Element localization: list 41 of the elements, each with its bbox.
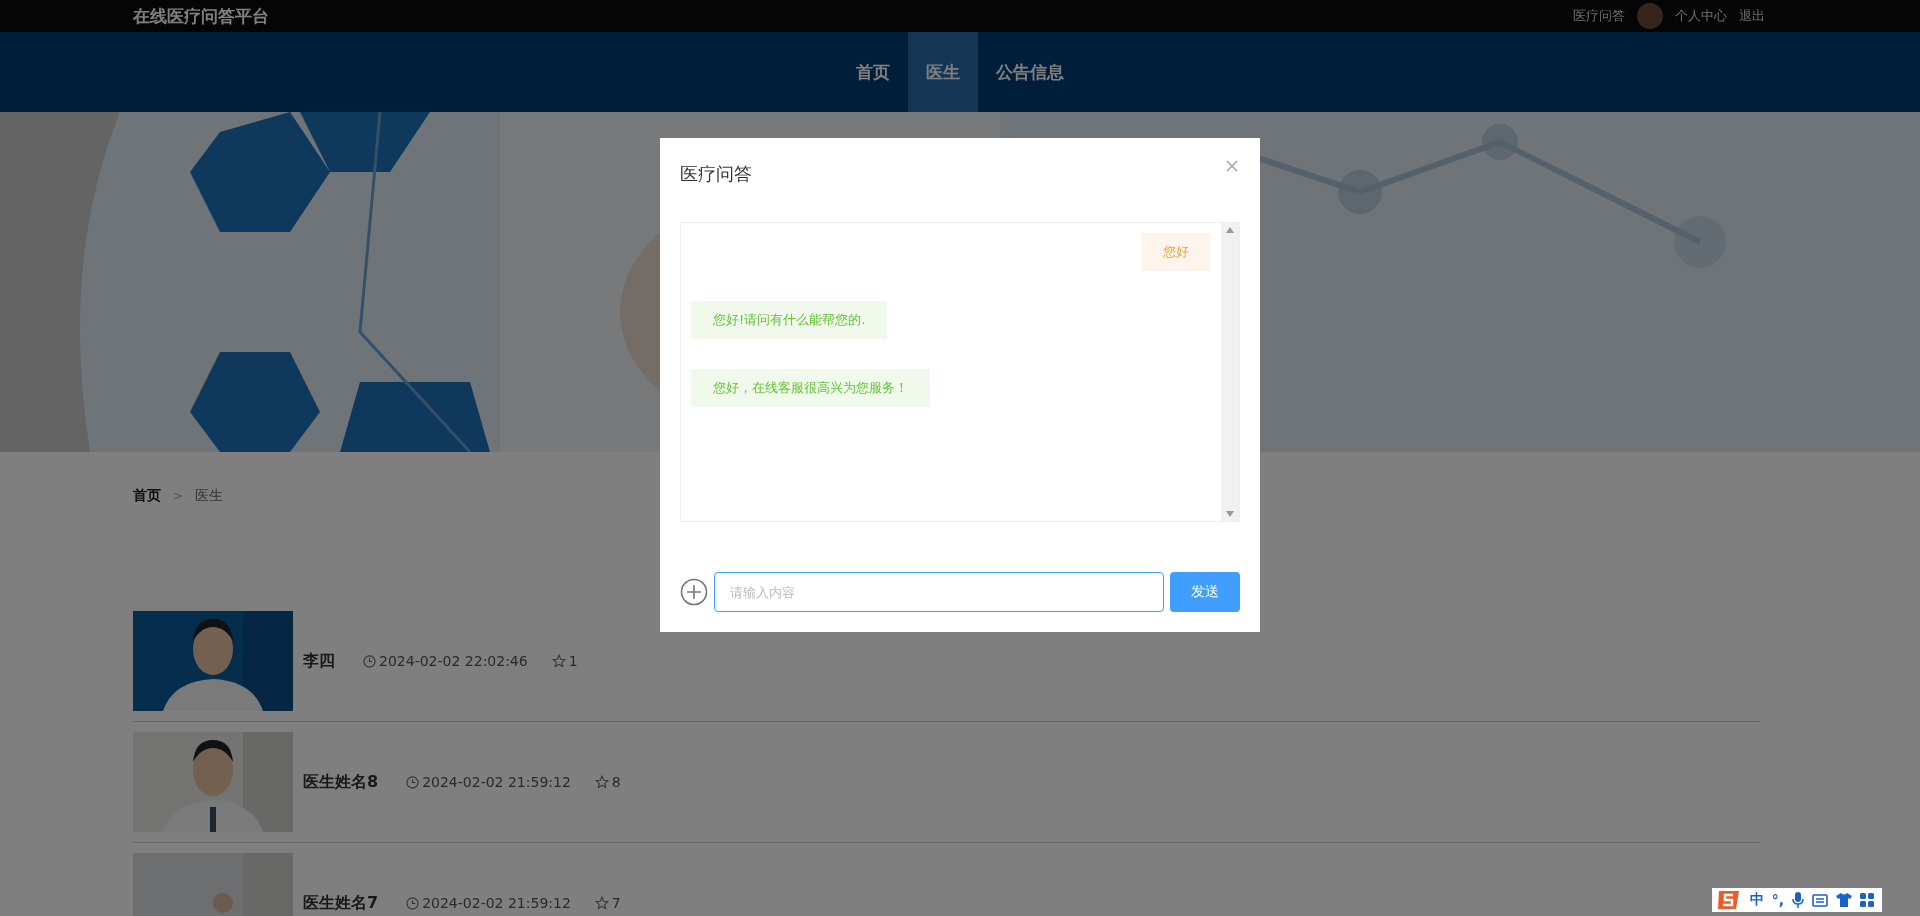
top-link[interactable]: 个人中心 (1675, 7, 1727, 25)
star-count: 8 (611, 774, 621, 790)
add-icon[interactable] (680, 578, 708, 606)
top-link[interactable]: 退出 (1739, 7, 1765, 25)
ime-punctuation[interactable]: °, (1771, 892, 1784, 908)
keyboard-icon[interactable] (1812, 893, 1828, 907)
dialog-title: 医疗问答 (680, 162, 752, 186)
send-button[interactable]: 发送 (1170, 572, 1240, 612)
star-count: 1 (568, 653, 578, 669)
breadcrumb-link[interactable]: 首页 (133, 487, 161, 505)
clock-icon (406, 775, 420, 789)
breadcrumb-link[interactable]: 医生 (195, 487, 224, 505)
site-title: 在线医疗问答平台 (133, 4, 269, 28)
doctor-name: 医生姓名7 (303, 892, 379, 914)
grid-icon[interactable] (1860, 893, 1874, 907)
microphone-icon[interactable] (1792, 892, 1804, 908)
ime-logo-icon[interactable] (1715, 889, 1742, 911)
doctor-name: 医生姓名8 (303, 771, 379, 793)
shirt-icon[interactable] (1836, 893, 1852, 907)
star-icon (594, 896, 609, 910)
message-bubble: 您好，在线客服很高兴为您服务！ (691, 369, 930, 407)
ime-mode[interactable]: 中 (1749, 891, 1764, 909)
top-link[interactable]: 医疗问答 (1573, 7, 1625, 25)
scroll-up-icon[interactable] (1226, 227, 1234, 233)
post-time: 2024-02-02 21:59:12 (422, 895, 571, 911)
message-input[interactable]: 请输入内容 (714, 572, 1164, 612)
clock-icon (363, 654, 376, 668)
close-button[interactable] (1224, 158, 1240, 174)
star-count: 7 (611, 895, 621, 911)
star-icon (551, 654, 566, 668)
scrollbar[interactable] (1221, 223, 1239, 521)
star-icon (594, 775, 609, 789)
post-time: 2024-02-02 22:02:46 (379, 653, 528, 669)
breadcrumb-separator: > (173, 489, 184, 503)
message-bubble: 您好 (1141, 233, 1211, 271)
nav-tab[interactable]: 医生 (908, 32, 978, 112)
doctor-name: 李四 (303, 650, 335, 672)
scroll-down-icon[interactable] (1226, 511, 1234, 517)
post-time: 2024-02-02 21:59:12 (422, 774, 571, 790)
clock-icon (406, 896, 420, 910)
message-bubble: 您好!请问有什么能帮您的. (691, 301, 888, 339)
